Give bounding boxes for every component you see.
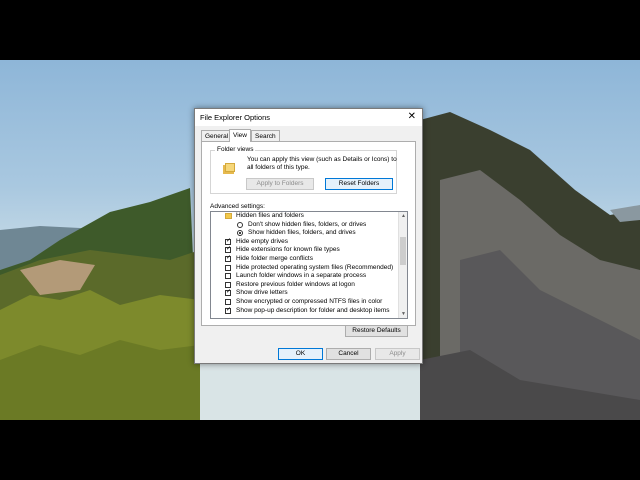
list-item-label: Hide empty drives bbox=[236, 237, 289, 245]
list-item[interactable]: Hide folder merge conflicts bbox=[211, 254, 399, 264]
list-item[interactable]: Launch folder windows in a separate proc… bbox=[211, 272, 399, 281]
radio-button[interactable] bbox=[237, 221, 243, 228]
list-item[interactable]: Don't show hidden files, folders, or dri… bbox=[211, 221, 399, 230]
chevron-up-icon[interactable]: ▲ bbox=[400, 212, 407, 220]
ok-button[interactable]: OK bbox=[278, 348, 323, 360]
checkbox[interactable] bbox=[225, 254, 231, 262]
scrollbar-thumb[interactable] bbox=[400, 237, 406, 265]
list-item-label: Hide folder merge conflicts bbox=[236, 255, 313, 262]
list-item[interactable]: Hide protected operating system files (R… bbox=[211, 264, 399, 273]
list-item-label: Show encrypted or compressed NTFS files … bbox=[236, 298, 383, 305]
list-item[interactable]: Show drive letters bbox=[211, 288, 399, 298]
folder-icon bbox=[225, 213, 232, 219]
list-item-label: Hidden files and folders bbox=[236, 212, 304, 219]
list-item[interactable]: Hide empty drives bbox=[211, 237, 399, 247]
list-item-label: Don't show hidden files, folders, or dri… bbox=[248, 220, 367, 228]
list-item-label: Hide extensions for known file types bbox=[236, 246, 340, 254]
list-item-label: Hide protected operating system files (R… bbox=[236, 263, 394, 271]
folder-views-label: Folder views bbox=[215, 146, 256, 153]
list-item[interactable]: Show hidden files, folders, and drives bbox=[211, 229, 399, 238]
restore-defaults-button[interactable]: Restore Defaults bbox=[345, 325, 408, 337]
advanced-settings-list[interactable]: Hidden files and folders Don't show hidd… bbox=[210, 211, 408, 319]
list-item-label: Show drive letters bbox=[236, 289, 288, 297]
folder-views-description: You can apply this view (such as Details… bbox=[247, 156, 397, 171]
view-tab-panel: Folder views You can apply this view (su… bbox=[201, 141, 416, 326]
dialog-title: File Explorer Options bbox=[200, 113, 271, 122]
checkbox[interactable] bbox=[225, 299, 231, 305]
list-item[interactable]: Hide extensions for known file types bbox=[211, 245, 399, 255]
checkbox[interactable] bbox=[225, 281, 231, 288]
dialog-titlebar[interactable]: File Explorer Options ✕ bbox=[195, 109, 422, 126]
apply-to-folders-button[interactable]: Apply to Folders bbox=[246, 178, 314, 190]
list-item-label: Restore previous folder windows at logon bbox=[236, 280, 355, 288]
list-item: Hidden files and folders bbox=[211, 212, 399, 221]
file-explorer-options-dialog: File Explorer Options ✕ General View Sea… bbox=[194, 108, 423, 364]
tab-search[interactable]: Search bbox=[251, 130, 280, 141]
reset-folders-button[interactable]: Reset Folders bbox=[325, 178, 393, 190]
advanced-settings-label: Advanced settings: bbox=[210, 203, 265, 210]
list-item-label: Launch folder windows in a separate proc… bbox=[236, 272, 367, 280]
checkbox[interactable] bbox=[225, 237, 231, 245]
chevron-down-icon[interactable]: ▼ bbox=[400, 310, 407, 318]
apply-button[interactable]: Apply bbox=[375, 348, 420, 360]
list-item[interactable]: Restore previous folder windows at logon bbox=[211, 281, 399, 290]
list-item[interactable]: Show encrypted or compressed NTFS files … bbox=[211, 298, 399, 307]
checkbox[interactable] bbox=[225, 288, 231, 297]
tab-general[interactable]: General bbox=[201, 130, 233, 141]
checkbox[interactable] bbox=[225, 273, 231, 280]
list-item[interactable]: Show pop-up description for folder and d… bbox=[211, 306, 399, 316]
checkbox[interactable] bbox=[225, 306, 231, 314]
folder-views-group: Folder views You can apply this view (su… bbox=[210, 146, 397, 194]
folder-icon bbox=[223, 163, 235, 174]
radio-button[interactable] bbox=[237, 230, 243, 237]
checkbox[interactable] bbox=[225, 264, 231, 271]
list-item-label: Show pop-up description for folder and d… bbox=[236, 306, 390, 314]
checkbox[interactable] bbox=[225, 245, 231, 254]
list-item-label: Show hidden files, folders, and drives bbox=[248, 229, 356, 237]
close-icon[interactable]: ✕ bbox=[408, 111, 416, 122]
vertical-scrollbar[interactable]: ▲ ▼ bbox=[398, 212, 407, 318]
tab-view[interactable]: View bbox=[229, 129, 251, 142]
cancel-button[interactable]: Cancel bbox=[326, 348, 371, 360]
